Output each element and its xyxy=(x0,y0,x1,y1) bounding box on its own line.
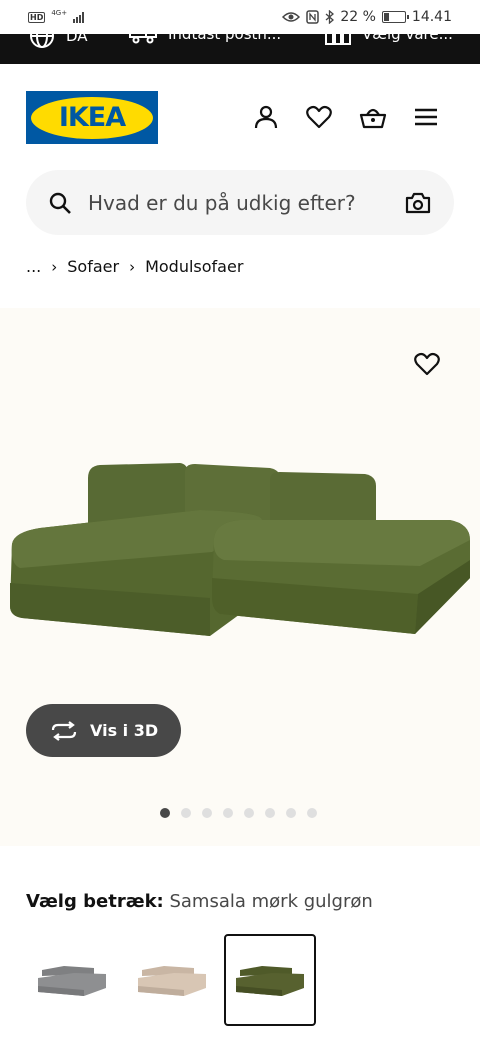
truck-icon xyxy=(129,34,157,44)
ikea-logo[interactable]: IKEA xyxy=(26,91,158,144)
gallery-dot[interactable] xyxy=(286,808,296,818)
fabric-option-beige[interactable] xyxy=(126,934,218,1026)
basket-icon[interactable] xyxy=(358,102,388,132)
promo-bar: DA Indtast postn... Vælg vare... xyxy=(0,34,480,64)
gallery-dot[interactable] xyxy=(202,808,212,818)
nfc-icon xyxy=(306,10,320,24)
breadcrumb-item-modulsofaer[interactable]: Modulsofaer xyxy=(145,257,243,276)
battery-percent: 22 % xyxy=(340,9,376,25)
battery-icon xyxy=(381,11,409,23)
sofa-thumbnail-beige xyxy=(138,966,206,996)
globe-icon xyxy=(30,34,54,48)
language-label: DA xyxy=(66,34,88,45)
search-bar[interactable]: Hvad er du på udkig efter? xyxy=(26,170,454,235)
breadcrumb-ellipsis[interactable]: ... xyxy=(26,257,41,276)
gallery-dot[interactable] xyxy=(265,808,275,818)
sofa-thumbnail-grey xyxy=(38,966,106,996)
save-to-favourites-heart-icon[interactable] xyxy=(414,352,442,380)
gallery-dot[interactable] xyxy=(244,808,254,818)
fabric-option-grey[interactable] xyxy=(26,934,118,1026)
eye-icon xyxy=(282,12,301,22)
hd-indicator: HD xyxy=(28,11,46,23)
status-bar: HD 4G+ 22 % 14.41 xyxy=(0,0,480,34)
store-label: Vælg vare... xyxy=(362,34,453,43)
search-input[interactable]: Hvad er du på udkig efter? xyxy=(88,191,404,215)
gallery-dot[interactable] xyxy=(307,808,317,818)
view-in-3d-label: Vis i 3D xyxy=(90,721,159,740)
chevron-right-icon: › xyxy=(51,257,58,276)
account-icon[interactable] xyxy=(251,102,281,132)
store-selector[interactable]: Vælg vare... xyxy=(324,34,453,46)
signal-icon xyxy=(73,11,85,23)
logo-text: IKEA xyxy=(58,102,126,133)
menu-icon[interactable] xyxy=(411,102,441,132)
postcode-selector[interactable]: Indtast postn... xyxy=(128,34,281,46)
store-icon xyxy=(325,34,351,45)
language-selector[interactable]: DA xyxy=(28,34,88,50)
postcode-label: Indtast postn... xyxy=(168,34,282,43)
search-icon xyxy=(49,192,71,214)
fabric-selector-label: Vælg betræk: Samsala mørk gulgrøn xyxy=(26,891,373,912)
camera-search-icon[interactable] xyxy=(404,189,432,217)
view-in-3d-button[interactable]: Vis i 3D xyxy=(26,704,181,757)
gallery-dot[interactable] xyxy=(223,808,233,818)
favourites-heart-icon[interactable] xyxy=(304,102,334,132)
fabric-selected-value: Samsala mørk gulgrøn xyxy=(169,891,373,912)
gallery-dot[interactable] xyxy=(181,808,191,818)
breadcrumb-item-sofaer[interactable]: Sofaer xyxy=(67,257,119,276)
network-type: 4G+ xyxy=(51,9,68,17)
bluetooth-icon xyxy=(325,10,335,24)
fabric-label: Vælg betræk: xyxy=(26,891,164,912)
gallery-dot[interactable] xyxy=(160,808,170,818)
logo-oval: IKEA xyxy=(31,96,153,139)
sofa-thumbnail-green xyxy=(236,966,304,996)
gallery-pagination xyxy=(160,808,317,818)
chevron-right-icon: › xyxy=(129,257,136,276)
fabric-option-dark-yellow-green[interactable] xyxy=(224,934,316,1026)
site-header: IKEA xyxy=(0,64,480,164)
rotate-3d-icon xyxy=(51,720,77,741)
product-image-sofa xyxy=(10,463,470,636)
breadcrumb: ... › Sofaer › Modulsofaer xyxy=(26,257,243,276)
product-gallery[interactable]: Vis i 3D xyxy=(0,308,480,846)
clock: 14.41 xyxy=(411,9,452,25)
